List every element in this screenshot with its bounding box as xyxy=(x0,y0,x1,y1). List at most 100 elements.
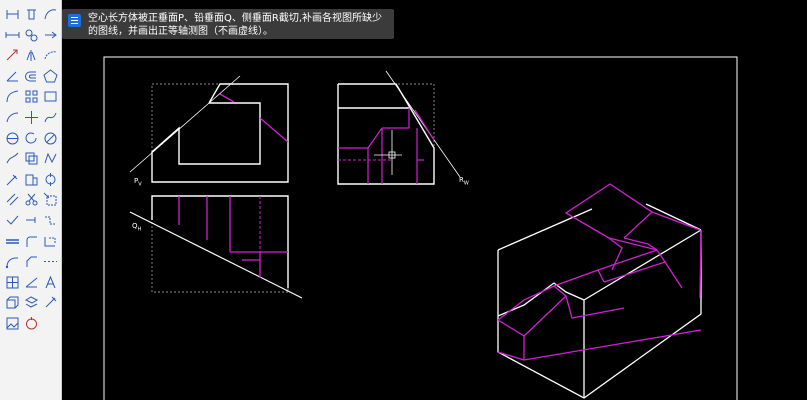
plane-r-label: RW xyxy=(459,176,469,187)
pick-tool-button[interactable] xyxy=(42,294,59,311)
rotate-tool-button[interactable] xyxy=(23,130,40,147)
revolve-icon xyxy=(26,317,37,330)
table-tool-button[interactable] xyxy=(4,274,21,291)
circles-icon xyxy=(25,29,38,42)
rectangle-tool-button[interactable] xyxy=(42,88,59,105)
spline-icon xyxy=(44,112,57,123)
dimension-linear-tool-button[interactable] xyxy=(4,6,21,23)
pen-tool-icon xyxy=(6,174,18,186)
scissors-tool-button[interactable] xyxy=(23,191,40,208)
front-view-added-line xyxy=(259,117,289,143)
tooltip-text: 空心长方体被正垂面P、铅垂面Q、侧垂面R截切,补画各视图所缺少的图线，并画出正等… xyxy=(88,13,383,37)
block-tool-button[interactable] xyxy=(23,171,40,188)
isometric-view xyxy=(497,183,702,399)
top-view-outline xyxy=(151,195,289,288)
revolve-tool-button[interactable] xyxy=(23,315,40,332)
layers-icon xyxy=(24,296,39,308)
text-icon xyxy=(45,275,56,288)
trim-icon xyxy=(6,152,19,164)
drawing-svg xyxy=(103,56,738,400)
plane-p-label: PV xyxy=(134,177,142,188)
curve-tool-button[interactable] xyxy=(4,88,21,105)
move-arrows-icon xyxy=(25,111,38,124)
polyline-icon xyxy=(44,152,57,164)
arc-dashed-tool-button[interactable] xyxy=(42,47,59,64)
side-view-added-line xyxy=(414,109,435,141)
dimension-break-tool-button[interactable] xyxy=(42,212,59,229)
offset-tool-button[interactable] xyxy=(23,68,40,85)
polyline-arc-tool-button[interactable] xyxy=(4,253,21,270)
pentagon-tool-button[interactable] xyxy=(42,68,59,85)
delete-tool-button[interactable] xyxy=(23,6,40,23)
image-tool-button[interactable] xyxy=(4,315,21,332)
double-line-icon xyxy=(6,238,19,244)
image-icon xyxy=(6,317,19,330)
polyline-arc-icon xyxy=(5,257,18,269)
array-icon xyxy=(25,90,38,103)
plane-q-label: QH xyxy=(132,222,142,233)
line-tool-icon xyxy=(6,215,19,225)
arc-tool-tool-button[interactable] xyxy=(42,6,59,23)
measure-icon xyxy=(45,172,56,186)
copy-icon xyxy=(25,152,38,165)
side-view-frame xyxy=(337,83,435,185)
parallel-lines-icon xyxy=(6,194,19,206)
plane-r-trace xyxy=(385,70,461,178)
copy-tool-button[interactable] xyxy=(23,150,40,167)
extrude-tool-button[interactable] xyxy=(4,294,21,311)
double-line-tool-button[interactable] xyxy=(4,233,21,250)
chamfer-icon xyxy=(26,256,37,268)
arc-dashed-icon xyxy=(44,51,57,60)
spline-tool-button[interactable] xyxy=(42,109,59,126)
top-view-frame xyxy=(151,195,289,293)
circle-horizontal-icon xyxy=(6,132,19,145)
chamfer-tool-button[interactable] xyxy=(23,253,40,270)
plane-p-trace xyxy=(129,75,241,173)
table-icon xyxy=(6,276,19,289)
drawing-canvas[interactable]: PV QH RW xyxy=(62,0,807,400)
offset-icon xyxy=(25,71,36,82)
dashed-line-tool-button[interactable] xyxy=(42,253,59,270)
front-view-outline xyxy=(151,83,289,183)
dimension-style-tool-button[interactable] xyxy=(42,233,59,250)
sheet-border xyxy=(103,56,738,400)
arrow-right-tool-button[interactable] xyxy=(42,27,59,44)
extend-icon xyxy=(26,217,36,223)
rectangle-icon xyxy=(44,91,57,102)
dashed-line-icon xyxy=(44,261,57,263)
plane-q-trace xyxy=(129,211,303,299)
pick-icon xyxy=(45,297,57,308)
line-tool-tool-button[interactable] xyxy=(4,212,21,229)
array-tool-button[interactable] xyxy=(23,88,40,105)
arc-tool-2-tool-button[interactable] xyxy=(4,109,21,126)
circle-tangent-tool-button[interactable] xyxy=(42,130,59,147)
layers-tool-button[interactable] xyxy=(23,294,40,311)
move-tool-button[interactable] xyxy=(4,47,21,64)
fillet-tool-button[interactable] xyxy=(23,233,40,250)
move-icon xyxy=(6,49,18,61)
text-tool-button[interactable] xyxy=(42,274,59,291)
pen-tool-tool-button[interactable] xyxy=(4,171,21,188)
fillet-icon xyxy=(26,236,37,247)
slope-icon xyxy=(25,277,38,288)
dimension-aligned-icon xyxy=(5,31,20,38)
side-view-outline xyxy=(337,83,435,185)
polyline-tool-button[interactable] xyxy=(42,150,59,167)
note-icon xyxy=(68,14,81,27)
mirror-tool-button[interactable] xyxy=(23,47,40,64)
move-arrows-tool-button[interactable] xyxy=(23,109,40,126)
extend-tool-button[interactable] xyxy=(23,212,40,229)
stretch-icon xyxy=(43,193,57,206)
arc-tool-2-icon xyxy=(6,112,19,123)
slope-tool-button[interactable] xyxy=(23,274,40,291)
measure-tool-button[interactable] xyxy=(42,171,59,188)
circle-horizontal-tool-button[interactable] xyxy=(4,130,21,147)
stretch-tool-button[interactable] xyxy=(42,191,59,208)
parallel-lines-tool-button[interactable] xyxy=(4,191,21,208)
dimension-break-icon xyxy=(45,216,56,225)
dimension-aligned-tool-button[interactable] xyxy=(4,27,21,44)
dimension-angle-tool-button[interactable] xyxy=(4,68,21,85)
trim-tool-button[interactable] xyxy=(4,150,21,167)
curve-icon xyxy=(6,90,19,103)
circles-tool-button[interactable] xyxy=(23,27,40,44)
